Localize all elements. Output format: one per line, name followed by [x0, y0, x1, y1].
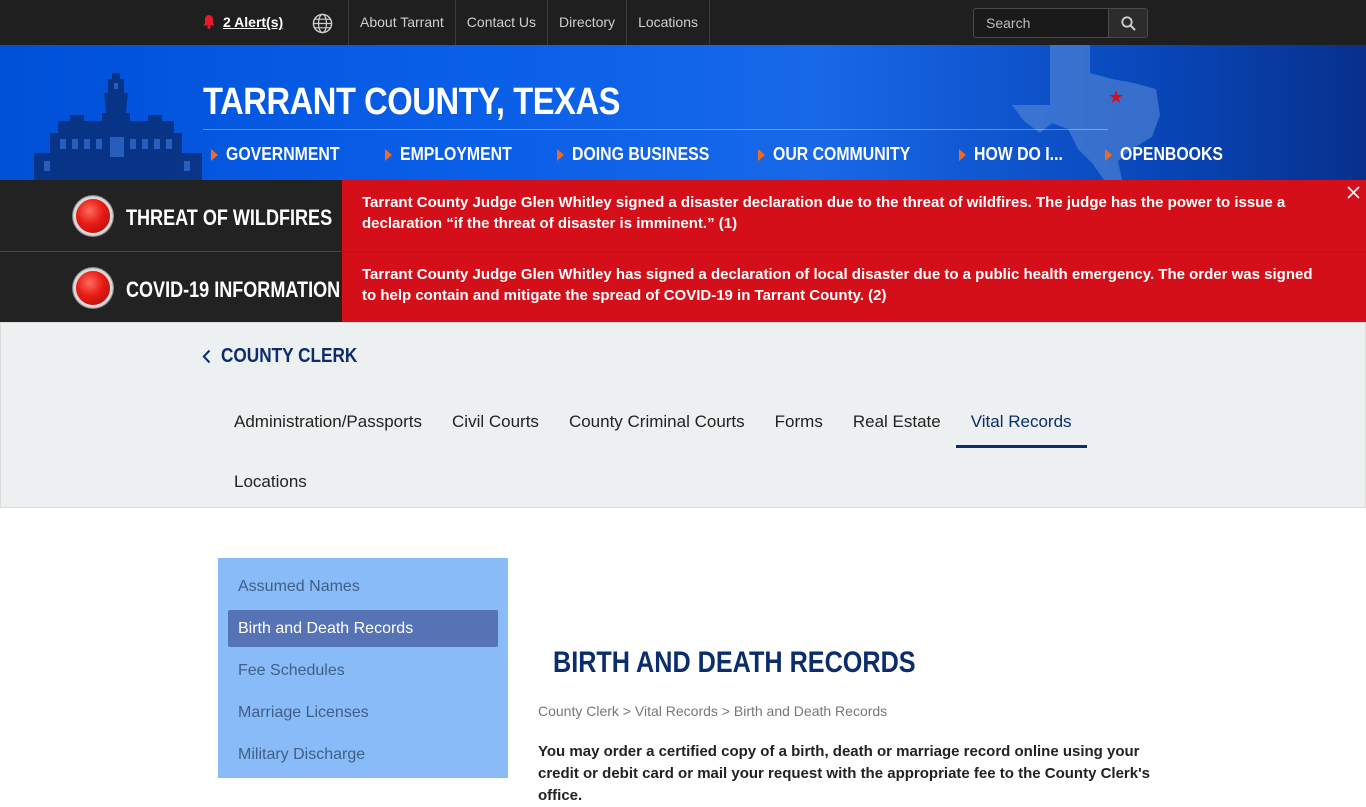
nav-label: OUR COMMUNITY — [773, 144, 911, 164]
nav-doing-business[interactable]: DOING BUSINESS — [557, 144, 728, 165]
alert-beacon-icon — [73, 196, 113, 236]
search-icon — [1120, 15, 1136, 31]
alerts-count-label: 2 Alert(s) — [223, 14, 284, 30]
alert-message[interactable]: Tarrant County Judge Glen Whitley has si… — [362, 264, 1326, 306]
nav-label: GOVERNMENT — [226, 144, 340, 164]
sidebar-item-fee-schedules[interactable]: Fee Schedules — [228, 652, 498, 689]
alert-title[interactable]: THREAT OF WILDFIRES — [126, 205, 332, 231]
alert-beacon-icon — [73, 268, 113, 308]
caret-right-icon — [385, 148, 393, 161]
page-title: BIRTH AND DEATH RECORDS — [553, 646, 916, 679]
tab-forms[interactable]: Forms — [760, 401, 838, 461]
alert-wildfires: THREAT OF WILDFIRES Tarrant County Judge… — [0, 180, 1366, 251]
chevron-left-icon — [202, 349, 211, 364]
nav-how-do-i[interactable]: HOW DO I... — [959, 144, 1075, 165]
nav-label: DOING BUSINESS — [572, 144, 710, 164]
nav-employment[interactable]: EMPLOYMENT — [385, 144, 527, 165]
alert-message-panel: Tarrant County Judge Glen Whitley signed… — [342, 180, 1366, 251]
intro-paragraph: You may order a certified copy of a birt… — [538, 743, 1151, 804]
caret-right-icon — [959, 148, 967, 161]
department-title: COUNTY CLERK — [221, 345, 358, 367]
breadcrumb-county-clerk[interactable]: County Clerk — [538, 703, 619, 719]
department-back-link[interactable]: COUNTY CLERK — [202, 345, 380, 368]
header-divider — [203, 129, 1108, 130]
alerts-link[interactable]: 2 Alert(s) — [203, 14, 283, 30]
tab-vital-records[interactable]: Vital Records — [955, 401, 1087, 461]
sidebar-item-birth-death-records[interactable]: Birth and Death Records — [228, 610, 498, 647]
sidebar-item-military-discharge[interactable]: Military Discharge — [228, 736, 498, 773]
about-tarrant-link[interactable]: About Tarrant — [348, 0, 455, 45]
courthouse-illustration — [34, 73, 202, 180]
caret-right-icon — [211, 148, 218, 161]
alert-heading-panel: THREAT OF WILDFIRES — [0, 180, 342, 251]
nav-our-community[interactable]: OUR COMMUNITY — [758, 144, 929, 165]
section-sidebar: Assumed Names Birth and Death Records Fe… — [218, 558, 508, 778]
alert-title[interactable]: COVID-19 INFORMATION — [126, 277, 340, 303]
contact-us-link[interactable]: Contact Us — [454, 0, 547, 45]
tab-administration-passports[interactable]: Administration/Passports — [219, 401, 437, 461]
locations-link[interactable]: Locations — [626, 0, 710, 45]
tab-real-estate[interactable]: Real Estate — [838, 401, 956, 461]
sidebar-item-marriage-licenses[interactable]: Marriage Licenses — [228, 694, 498, 731]
site-header: ★ TARRANT COUNTY, TEXAS GOVERNMENT EMPLO… — [0, 45, 1366, 180]
site-title[interactable]: TARRANT COUNTY, TEXAS — [203, 81, 620, 124]
alert-heading-panel: COVID-19 INFORMATION — [0, 252, 342, 322]
department-nav: COUNTY CLERK Administration/Passports Ci… — [0, 322, 1366, 508]
svg-text:★: ★ — [1108, 87, 1124, 108]
caret-right-icon — [1105, 148, 1113, 161]
directory-link[interactable]: Directory — [547, 0, 626, 45]
breadcrumb-separator: > — [717, 703, 734, 719]
sidebar-item-assumed-names[interactable]: Assumed Names — [228, 568, 498, 605]
nav-label: EMPLOYMENT — [400, 144, 512, 164]
department-tabs: Administration/Passports Civil Courts Co… — [219, 401, 1119, 521]
nav-openbooks[interactable]: OPENBOOKS — [1105, 144, 1237, 165]
caret-right-icon — [557, 148, 565, 161]
nav-government[interactable]: GOVERNMENT — [211, 144, 355, 165]
nav-label: HOW DO I... — [974, 144, 1063, 164]
main-nav: GOVERNMENT EMPLOYMENT DOING BUSINESS OUR… — [211, 144, 1267, 165]
breadcrumb-current: Birth and Death Records — [733, 703, 888, 719]
alert-message-panel: Tarrant County Judge Glen Whitley has si… — [342, 252, 1366, 322]
tab-county-criminal-courts[interactable]: County Criminal Courts — [554, 401, 760, 461]
breadcrumb-separator: > — [618, 703, 635, 719]
tab-civil-courts[interactable]: Civil Courts — [437, 401, 554, 461]
alert-covid: COVID-19 INFORMATION Tarrant County Judg… — [0, 251, 1366, 322]
tab-locations[interactable]: Locations — [219, 461, 322, 521]
search-input[interactable] — [973, 8, 1108, 38]
breadcrumb-vital-records[interactable]: Vital Records — [635, 703, 718, 719]
utility-bar: 2 Alert(s) About Tarrant Contact Us Dire… — [0, 0, 1366, 45]
nav-label: OPENBOOKS — [1120, 144, 1224, 164]
alert-message[interactable]: Tarrant County Judge Glen Whitley signed… — [362, 192, 1326, 234]
globe-icon[interactable] — [312, 13, 333, 34]
utility-nav: About Tarrant Contact Us Directory Locat… — [348, 0, 710, 45]
breadcrumb: County Clerk > Vital Records > Birth and… — [538, 703, 887, 719]
search-button[interactable] — [1108, 8, 1148, 38]
bell-icon — [203, 15, 215, 29]
close-icon[interactable] — [1347, 186, 1360, 199]
caret-right-icon — [758, 148, 766, 161]
search-box — [973, 8, 1148, 38]
